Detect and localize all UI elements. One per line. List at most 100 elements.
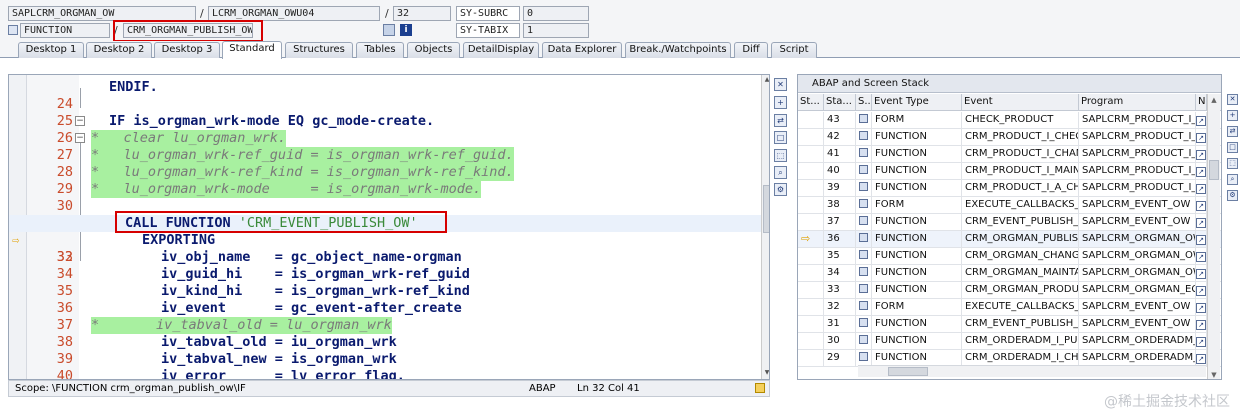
close-icon[interactable]: ✕ — [774, 78, 787, 91]
col-stack-level[interactable]: Sta... — [824, 94, 856, 111]
stack-row[interactable]: 39 FUNCTION CRM_PRODUCT_I_A_CH... SAPLCRM_P… — [798, 180, 1221, 197]
navigate-icon[interactable]: ↗ — [1196, 184, 1206, 194]
code-line-38[interactable]: 38 * iv_tabval_old = lu_orgman_wrk — [9, 317, 761, 350]
stack-row[interactable]: 43 FORM CHECK_PRODUCT SAPLCRM_PRODUCT_I_...… — [798, 112, 1221, 129]
include-field[interactable]: LCRM_ORGMAN_OWU04 — [208, 6, 380, 21]
tab-data-explorer[interactable]: Data Explorer — [542, 42, 622, 58]
nav-cell[interactable]: ↗ — [1196, 316, 1207, 333]
maximize-icon[interactable]: □ — [774, 131, 787, 144]
nav-cell[interactable]: ↗ — [1196, 282, 1207, 299]
scroll-thumb[interactable] — [1209, 160, 1219, 180]
sysval-field-2[interactable]: 1 — [523, 23, 589, 38]
swap-tool-icon[interactable]: ⇄ — [1227, 126, 1238, 137]
navigate-icon[interactable]: ↗ — [1196, 133, 1206, 143]
navigate-icon[interactable]: ↗ — [1196, 150, 1206, 160]
navigate-icon[interactable]: ↗ — [1196, 252, 1206, 262]
code-line-30[interactable]: 30 * lu_orgman_wrk-mode = is_orgman_wrk-… — [9, 181, 761, 214]
nav-cell[interactable]: ↗ — [1196, 197, 1207, 214]
settings-icon[interactable]: ⚙ — [774, 183, 787, 196]
stack-row[interactable]: 33 FUNCTIONCRM_ORGMAN_PRODUC...SAPLCRM_OR… — [798, 282, 1221, 299]
stack-row[interactable]: 42 FUNCTIONCRM_PRODUCT_I_CHECK...SAPLCRM_… — [798, 129, 1221, 146]
navigate-icon[interactable]: ↗ — [1196, 320, 1206, 330]
stack-row[interactable]: 30 FUNCTIONCRM_ORDERADM_I_PUB...SAPLCRM_O… — [798, 333, 1221, 350]
nav-cell[interactable]: ↗ — [1196, 248, 1207, 265]
nav-cell[interactable]: ↗ — [1196, 214, 1207, 231]
display-icon[interactable] — [383, 24, 395, 36]
tab-desktop-1[interactable]: Desktop 1 — [18, 42, 84, 58]
tab-desktop-2[interactable]: Desktop 2 — [86, 42, 152, 58]
info-icon[interactable]: i — [400, 24, 412, 36]
col-st[interactable]: St... — [798, 94, 824, 111]
sysvar-field-1[interactable]: SY-SUBRC — [456, 6, 520, 21]
navigate-icon[interactable]: ↗ — [1196, 303, 1206, 313]
stack-hscrollbar[interactable] — [858, 365, 1206, 377]
nav-cell[interactable]: ↗ — [1196, 265, 1207, 282]
navigate-icon[interactable]: ↗ — [1196, 286, 1206, 296]
swap-tool-icon[interactable]: ⇄ — [774, 114, 787, 127]
navigate-icon[interactable]: ↗ — [1196, 235, 1206, 245]
col-event[interactable]: Event — [962, 94, 1079, 111]
tab-structures[interactable]: Structures — [285, 42, 353, 58]
line-field[interactable]: 32 — [393, 6, 451, 21]
stack-row[interactable]: 32 FORMEXECUTE_CALLBACKS_A...SAPLCRM_EVEN… — [798, 299, 1221, 316]
stack-row[interactable]: 37 FUNCTIONCRM_EVENT_PUBLISH_O...SAPLCRM_… — [798, 214, 1221, 231]
nav-cell[interactable]: ↗ — [1196, 180, 1207, 197]
fold-toggle-icon[interactable]: − — [75, 133, 85, 143]
nav-cell[interactable]: ↗ — [1196, 299, 1207, 316]
navigate-icon[interactable]: ↗ — [1196, 167, 1206, 177]
code-line-34[interactable]: 34 iv_obj_name = gc_object_name-orgman — [9, 249, 761, 282]
col-event-type[interactable]: Event Type — [872, 94, 962, 111]
scroll-up-icon[interactable]: ▲ — [1208, 96, 1220, 104]
code-line-40[interactable]: 40 iv_tabval_new = is_orgman_wrk — [9, 351, 761, 379]
code-line-26[interactable]: 26 − IF is_orgman_wrk-mode EQ gc_mode-cr… — [9, 113, 761, 146]
code-line-37[interactable]: 37 iv_event = gc_event-after_create — [9, 300, 761, 333]
navigate-icon[interactable]: ↗ — [1196, 201, 1206, 211]
code-line-41[interactable]: 41 iv_error = lv_error_flag. — [9, 368, 761, 379]
tab-breakpoints[interactable]: Break./Watchpoints — [625, 42, 731, 58]
navigate-icon[interactable]: ↗ — [1196, 354, 1206, 364]
tab-detail-display[interactable]: DetailDisplay — [463, 42, 539, 58]
sysval-field-1[interactable]: 0 — [523, 6, 589, 21]
col-program[interactable]: Program — [1079, 94, 1196, 111]
tab-tables[interactable]: Tables — [356, 42, 404, 58]
tab-objects[interactable]: Objects — [407, 42, 460, 58]
stack-row[interactable]: 41 FUNCTIONCRM_PRODUCT_I_CHAN...SAPLCRM_P… — [798, 146, 1221, 163]
maximize-icon[interactable]: □ — [1227, 142, 1238, 153]
editor-scrollbar[interactable]: ▲ ▼ — [761, 75, 769, 379]
code-line-33[interactable]: 33 EXPORTING — [9, 232, 761, 265]
nav-cell[interactable]: ↗ — [1196, 333, 1207, 350]
fullscreen-icon[interactable]: ⬚ — [774, 149, 787, 162]
stack-row[interactable]: 40 FUNCTION CRM_PRODUCT_I_MAIN... SAPLCRM_P… — [798, 163, 1221, 180]
code-line-39[interactable]: 39 iv_tabval_old = iu_orgman_wrk — [9, 334, 761, 367]
code-line-35[interactable]: 35 iv_guid_hi = is_orgman_wrk-ref_guid — [9, 266, 761, 299]
code-line-25[interactable]: 25 — [9, 96, 761, 129]
close-icon[interactable]: ✕ — [1227, 94, 1238, 105]
scroll-down-icon[interactable]: ▼ — [762, 369, 769, 378]
stack-scrollbar[interactable]: ▲ ▼ — [1207, 94, 1220, 379]
type-field[interactable]: FUNCTION — [20, 23, 110, 38]
stack-row[interactable]: ⇨ 36 FUNCTIONCRM_ORGMAN_PUBLISH...SAPLCRM_… — [798, 231, 1221, 248]
code-line-36[interactable]: 36 iv_kind_hi = is_orgman_wrk-ref_kind — [9, 283, 761, 316]
settings-icon[interactable]: ⚙ — [1227, 190, 1238, 201]
nav-cell[interactable]: ↗ — [1196, 146, 1207, 163]
code-line-29[interactable]: 29 * lu_orgman_wrk-ref_kind = is_orgman_… — [9, 164, 761, 197]
navigate-icon[interactable]: ↗ — [1196, 218, 1206, 228]
stack-row[interactable]: 31 FUNCTIONCRM_EVENT_PUBLISH_O...SAPLCRM_… — [798, 316, 1221, 333]
source-editor[interactable]: 24 ENDIF. 25 26 − IF is_orgman_wrk-mode … — [8, 74, 770, 380]
nav-cell[interactable]: ↗ — [1196, 231, 1207, 248]
code-line-27[interactable]: 27 − * clear lu_orgman_wrk. — [9, 130, 761, 163]
search-icon[interactable]: ⌕ — [774, 166, 787, 179]
scroll-thumb[interactable] — [763, 185, 769, 233]
hscroll-thumb[interactable] — [888, 367, 928, 376]
note-icon[interactable] — [755, 383, 765, 393]
col-s[interactable]: S... — [856, 94, 872, 111]
sysvar-field-2[interactable]: SY-TABIX — [456, 23, 520, 38]
navigate-icon[interactable]: ↗ — [1196, 269, 1206, 279]
stack-row[interactable]: 35 FUNCTIONCRM_ORGMAN_CHANGE...SAPLCRM_OR… — [798, 248, 1221, 265]
nav-cell[interactable]: ↗ — [1196, 163, 1207, 180]
navigate-icon[interactable]: ↗ — [1196, 116, 1206, 126]
fold-toggle-icon[interactable]: − — [75, 116, 85, 126]
tab-desktop-3[interactable]: Desktop 3 — [154, 42, 220, 58]
program-field[interactable]: SAPLCRM_ORGMAN_OW — [8, 6, 196, 21]
scroll-down-icon[interactable]: ▼ — [1208, 371, 1220, 379]
